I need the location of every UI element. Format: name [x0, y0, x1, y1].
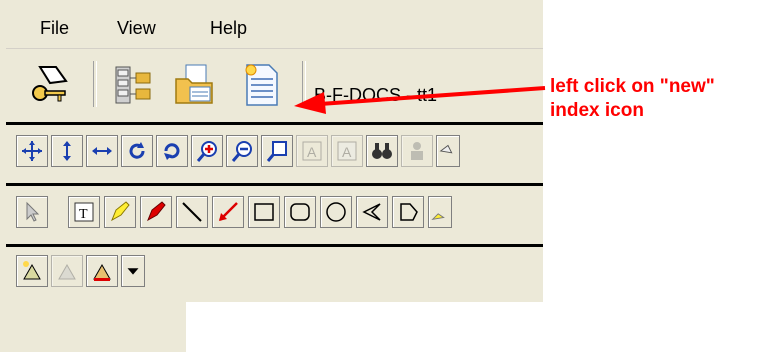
- annotation-line-2: index icon: [550, 100, 644, 121]
- dropdown-arrow-icon[interactable]: [121, 255, 145, 287]
- annotation-user-icon[interactable]: [401, 135, 433, 167]
- new-index-icon[interactable]: [237, 61, 285, 109]
- arrow-tool-icon[interactable]: [212, 196, 244, 228]
- toolbar-separator: [93, 61, 97, 107]
- stamp-new-icon[interactable]: [16, 255, 48, 287]
- annotation-arrow: [294, 86, 546, 114]
- fit-width-icon[interactable]: [86, 135, 118, 167]
- login-key-icon[interactable]: [26, 61, 74, 109]
- toolbar-overflow-icon[interactable]: [428, 196, 452, 228]
- polyline-tool-icon[interactable]: [356, 196, 388, 228]
- annotation-toolbar: T: [6, 186, 543, 242]
- text-select-icon[interactable]: A: [296, 135, 328, 167]
- tree-view-icon[interactable]: [108, 61, 156, 109]
- rotate-right-icon[interactable]: [156, 135, 188, 167]
- pan-all-icon[interactable]: [16, 135, 48, 167]
- zoom-box-icon[interactable]: [261, 135, 293, 167]
- stamp-apply-icon[interactable]: [86, 255, 118, 287]
- menu-view[interactable]: View: [117, 18, 156, 39]
- stamp-disabled-icon[interactable]: [51, 255, 83, 287]
- text-tool-icon[interactable]: T: [68, 196, 100, 228]
- ellipse-tool-icon[interactable]: [320, 196, 352, 228]
- document-area: [186, 302, 543, 352]
- svg-text:T: T: [79, 207, 88, 222]
- toolbar-overflow-icon[interactable]: [436, 135, 460, 167]
- fit-height-icon[interactable]: [51, 135, 83, 167]
- view-toolbar: A A: [6, 125, 543, 181]
- menu-bar: File View Help: [6, 0, 543, 49]
- highlighter-icon[interactable]: [104, 196, 136, 228]
- annotation-line-1: left click on "new": [550, 76, 715, 97]
- find-binoculars-icon[interactable]: [366, 135, 398, 167]
- text-box-icon[interactable]: A: [331, 135, 363, 167]
- folder-index-icon[interactable]: [170, 61, 218, 109]
- stamp-toolbar: [6, 247, 543, 302]
- svg-text:A: A: [307, 144, 317, 160]
- polygon-tool-icon[interactable]: [392, 196, 424, 228]
- select-pointer-icon[interactable]: [16, 196, 48, 228]
- annotation-callout: left click on "new" index icon: [550, 75, 715, 123]
- marker-pen-icon[interactable]: [140, 196, 172, 228]
- rotate-left-icon[interactable]: [121, 135, 153, 167]
- rounded-rect-tool-icon[interactable]: [284, 196, 316, 228]
- zoom-out-icon[interactable]: [226, 135, 258, 167]
- svg-text:A: A: [342, 144, 352, 160]
- zoom-in-icon[interactable]: [191, 135, 223, 167]
- menu-file[interactable]: File: [40, 18, 69, 39]
- line-tool-icon[interactable]: [176, 196, 208, 228]
- menu-help[interactable]: Help: [210, 18, 247, 39]
- rectangle-tool-icon[interactable]: [248, 196, 280, 228]
